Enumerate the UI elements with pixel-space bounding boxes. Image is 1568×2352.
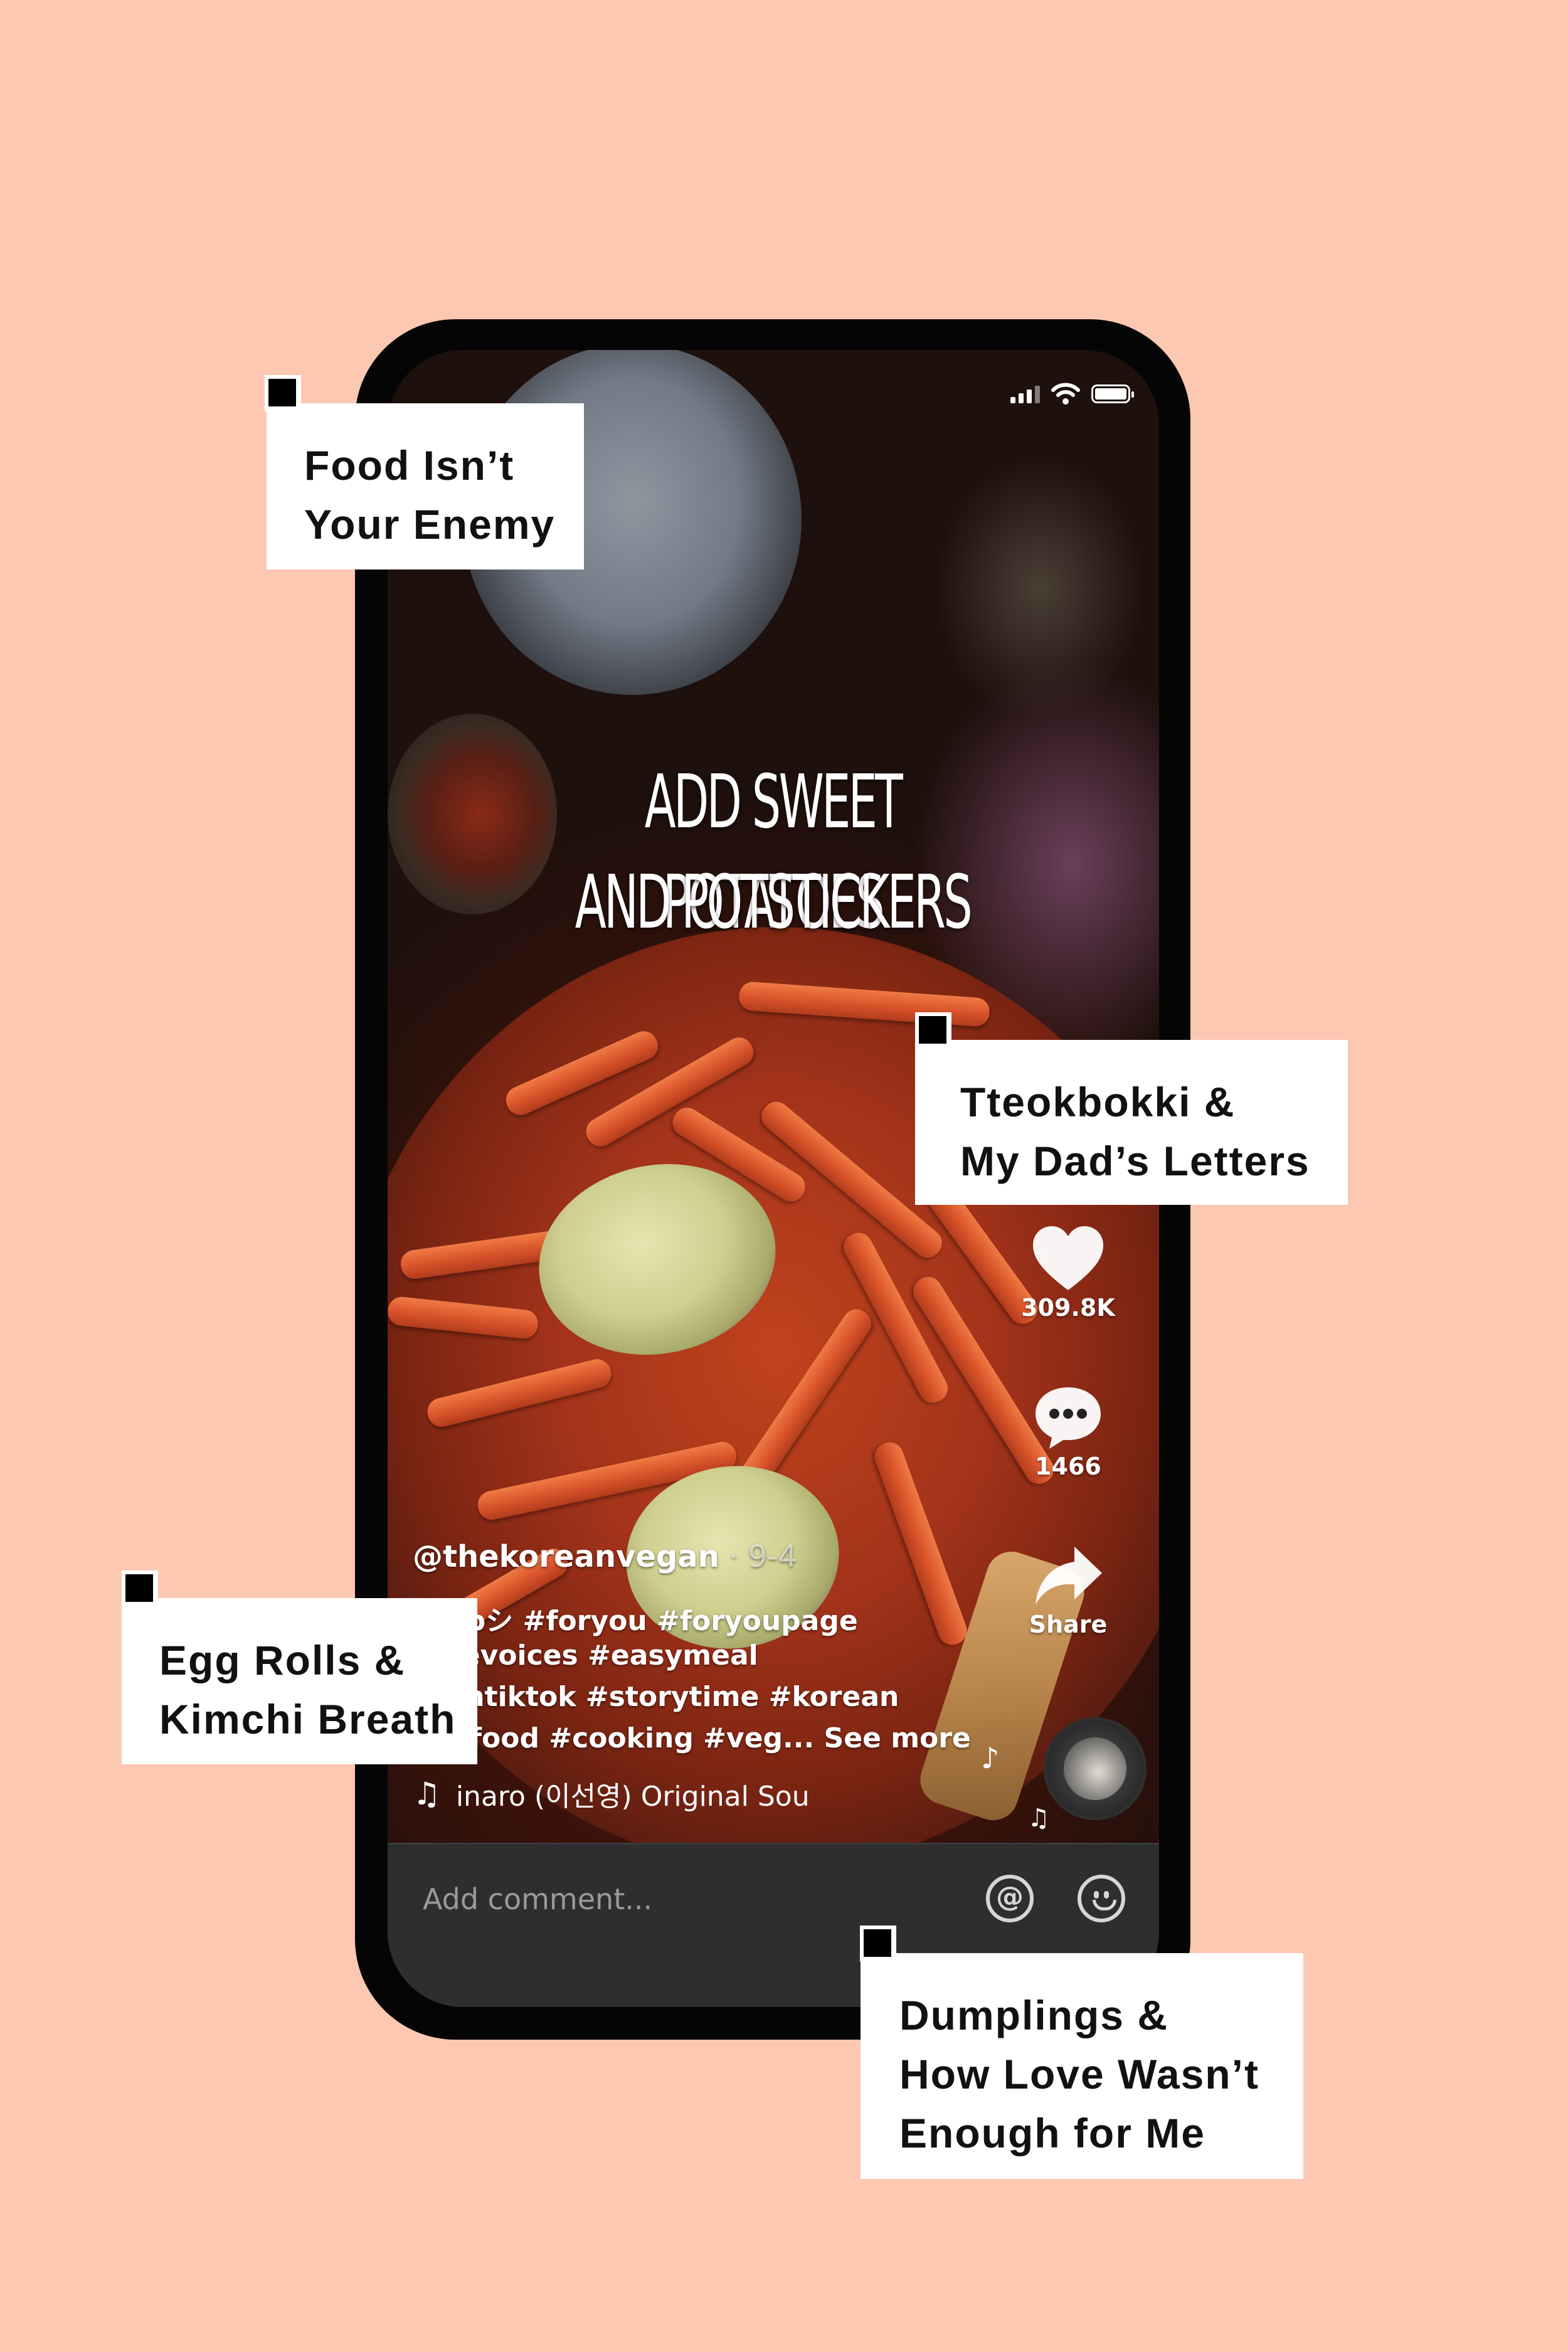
status-bar xyxy=(1010,381,1134,406)
label-line: My Dad’s Letters xyxy=(960,1138,1310,1184)
at-icon[interactable]: @ xyxy=(986,1875,1034,1922)
username-text[interactable]: @thekoreanvegan xyxy=(413,1539,719,1574)
caption-line-3: rnontiktok #storytime #korean xyxy=(413,1681,899,1713)
label-card-dumplings: Dumplings & How Love Wasn’t Enough for M… xyxy=(861,1953,1303,2179)
like-button[interactable]: 309.8K xyxy=(1018,1225,1118,1322)
label-line: Egg Rolls & xyxy=(159,1637,406,1683)
like-count: 309.8K xyxy=(1021,1294,1115,1322)
pin-marker xyxy=(122,1571,158,1607)
label-card-food-isnt-your-enemy: Food Isn’t Your Enemy xyxy=(267,403,584,569)
username[interactable]: @thekoreanvegan · 9-4 xyxy=(413,1539,797,1574)
label-line: How Love Wasn’t xyxy=(899,2051,1259,2097)
sound-name[interactable]: inaro (이선영) Original Sour xyxy=(456,1774,807,1814)
comment-input[interactable]: Add comment... xyxy=(423,1882,652,1916)
wifi-icon xyxy=(1051,383,1080,405)
comment-icon xyxy=(1036,1387,1101,1449)
sound-disc[interactable] xyxy=(1044,1717,1147,1820)
post-date: · 9-4 xyxy=(719,1539,798,1574)
pin-marker xyxy=(915,1012,951,1049)
caption-line-4: eanfood #cooking #veg... See more xyxy=(413,1722,971,1754)
label-line: Food Isn’t xyxy=(304,442,515,489)
caption-line-1: #fypシ #foryou #foryoupage xyxy=(413,1605,858,1637)
sound-row[interactable]: ♫ inaro (이선영) Original Sour xyxy=(413,1774,807,1814)
chili-bowl-image xyxy=(388,714,557,914)
emoji-icon[interactable] xyxy=(1078,1875,1125,1922)
video-overlay-line2: AND POTSTICKERS xyxy=(575,859,973,945)
see-more-link[interactable]: See more xyxy=(824,1722,971,1754)
label-line: Tteokbokki & xyxy=(960,1079,1236,1125)
signal-icon xyxy=(1010,384,1040,403)
share-label: Share xyxy=(1029,1611,1108,1638)
label-card-tteokbokki: Tteokbokki & My Dad’s Letters xyxy=(915,1040,1348,1205)
label-line: Enough for Me xyxy=(899,2110,1205,2156)
label-line: Kimchi Breath xyxy=(159,1696,457,1742)
music-note-icon: ♫ xyxy=(413,1776,441,1812)
pin-marker xyxy=(265,375,301,411)
share-button[interactable]: Share xyxy=(1018,1542,1118,1638)
heart-icon xyxy=(1033,1226,1103,1290)
comment-count: 1466 xyxy=(1035,1453,1101,1480)
share-icon xyxy=(1036,1547,1102,1604)
label-line: Your Enemy xyxy=(304,501,556,548)
music-note-icon: ♪ xyxy=(981,1741,1000,1775)
label-line: Dumplings & xyxy=(899,1992,1168,2038)
music-note-icon: ♫ xyxy=(1027,1804,1050,1833)
comment-button[interactable]: 1466 xyxy=(1018,1384,1118,1480)
label-card-egg-rolls: Egg Rolls & Kimchi Breath xyxy=(122,1598,477,1764)
pin-marker xyxy=(860,1926,896,1962)
battery-icon xyxy=(1091,384,1134,403)
